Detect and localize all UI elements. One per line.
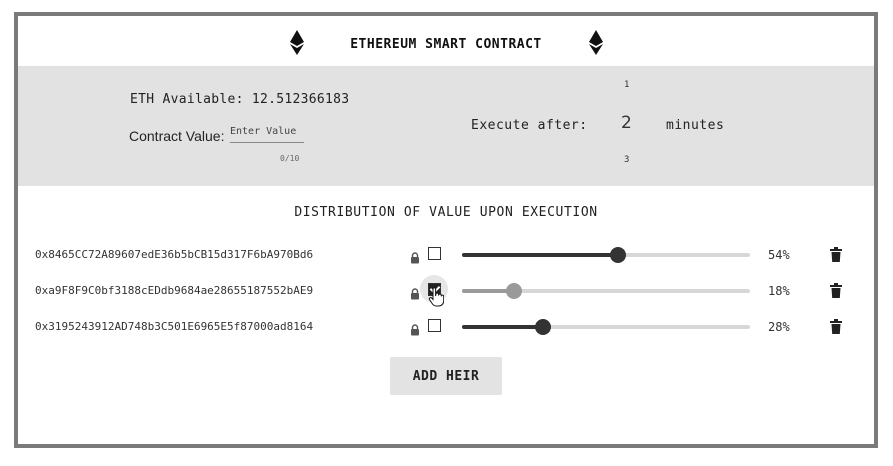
percentage-slider[interactable] <box>462 283 750 299</box>
lock-icon <box>410 321 420 336</box>
slider-thumb[interactable] <box>609 247 626 263</box>
slider-thumb[interactable] <box>505 283 522 299</box>
delete-heir-icon[interactable] <box>830 283 842 298</box>
minutes-option-next[interactable]: 3 <box>624 155 629 165</box>
slider-track-fill <box>462 325 543 329</box>
slider-track-fill <box>462 253 618 257</box>
lock-checkbox[interactable] <box>428 319 441 332</box>
heir-row: 0x3195243912AD748b3C501E6965E5f87000ad81… <box>18 315 874 339</box>
minutes-unit-label: minutes <box>666 118 725 133</box>
contract-settings-panel: ETH Available: 12.512366183 Contract Val… <box>18 66 874 186</box>
contract-value-input[interactable] <box>230 124 304 143</box>
minutes-option-previous[interactable]: 1 <box>624 80 629 90</box>
percentage-value: 28% <box>768 320 790 334</box>
page-title: ETHEREUM SMART CONTRACT <box>350 37 542 52</box>
percentage-value: 18% <box>768 284 790 298</box>
heir-address: 0x8465CC72A89607edE36b5bCB15d317F6bA970B… <box>35 248 314 261</box>
character-counter: 0/10 <box>280 154 300 163</box>
add-heir-button[interactable]: ADD HEIR <box>390 357 502 395</box>
delete-heir-icon[interactable] <box>830 319 842 334</box>
heir-row: 0x8465CC72A89607edE36b5bCB15d317F6bA970B… <box>18 243 874 267</box>
heir-row: 0xa9F8F9C0bf3188cEDdb9684ae28655187552bA… <box>18 275 874 307</box>
eth-available-text: ETH Available: 12.512366183 <box>130 92 350 107</box>
heir-address: 0xa9F8F9C0bf3188cEDdb9684ae28655187552bA… <box>35 284 314 297</box>
hand-cursor-icon <box>428 287 445 307</box>
delete-heir-icon[interactable] <box>830 247 842 262</box>
lock-checkbox[interactable] <box>428 247 441 260</box>
slider-thumb[interactable] <box>534 319 551 335</box>
percentage-value: 54% <box>768 248 790 262</box>
percentage-slider[interactable] <box>462 319 750 335</box>
lock-icon <box>410 249 420 264</box>
minutes-picker-value[interactable]: 2 <box>621 113 632 133</box>
heir-address: 0x3195243912AD748b3C501E6965E5f87000ad81… <box>35 320 314 333</box>
contract-card: ETHEREUM SMART CONTRACT ETH Available: 1… <box>14 12 878 448</box>
lock-icon <box>410 285 420 300</box>
percentage-slider[interactable] <box>462 247 750 263</box>
execute-after-label: Execute after: <box>471 118 588 133</box>
ethereum-icon <box>589 30 603 56</box>
contract-value-label: Contract Value: <box>129 128 225 144</box>
distribution-title: DISTRIBUTION OF VALUE UPON EXECUTION <box>294 205 598 220</box>
